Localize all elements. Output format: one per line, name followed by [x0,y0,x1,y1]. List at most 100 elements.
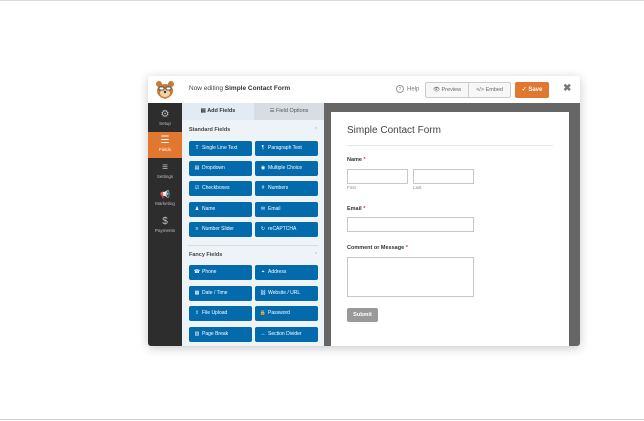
dollar-icon: $ [162,216,168,227]
comment-field-label[interactable]: Comment or Message * [347,245,408,251]
radio-icon: ◉ [260,165,266,171]
builder-header: Now editing Simple Contact Form ? Help 👁 … [148,76,580,104]
chevron-up-icon[interactable]: ⌃ [314,127,318,133]
sidebar-item-settings[interactable]: ≡ Settings [148,159,182,185]
submit-button[interactable]: Submit [347,308,378,322]
form-canvas: Simple Contact Form Name * First Last Em… [331,112,569,346]
code-icon: </> [476,87,486,93]
gear-icon: ⚙ [160,109,170,120]
field-address[interactable]: ⌖ Address [255,265,318,280]
eye-icon: 👁 [433,87,442,93]
sidebar-item-payments[interactable]: $ Payments [148,213,182,239]
field-date-time[interactable]: ▦ Date / Time [189,286,252,301]
form-preview-area: Simple Contact Form Name * First Last Em… [324,103,580,346]
field-label: Checkboxes [202,185,230,191]
first-name-input[interactable] [347,169,408,184]
hash-icon: # [261,185,265,191]
sidebar-item-label: Marketing [155,201,175,206]
fields-panel: ▤ Add Fields ☰ Field Options Standard Fi… [182,103,324,346]
field-label: Date / Time [202,290,228,296]
required-mark: * [363,157,366,163]
bottom-divider [0,419,644,420]
form-name: Simple Contact Form [224,85,291,92]
standard-fields-title[interactable]: Standard Fields [189,127,230,133]
field-label: Website / URL [268,290,301,296]
preview-label: Preview [441,87,462,93]
field-checkboxes[interactable]: ☑ Checkboxes [189,181,252,196]
field-label: Multiple Choice [268,165,303,171]
field-multiple-choice[interactable]: ◉ Multiple Choice [255,161,318,176]
field-single-line-text[interactable]: T Single Line Text [189,141,252,156]
recaptcha-icon: ↻ [260,226,266,232]
sidebar-item-fields[interactable]: ☰ Fields [148,132,182,158]
form-title: Simple Contact Form [347,125,441,136]
email-label-text: Email [347,206,362,212]
tab-label: Add Fields [207,108,236,114]
text-icon: T [195,145,199,151]
field-password[interactable]: 🔒 Password [255,306,318,321]
name-field-label[interactable]: Name * [347,157,366,163]
field-phone[interactable]: ☎ Phone [189,265,252,280]
editing-prefix: Now editing [189,85,223,92]
email-input[interactable] [347,217,474,232]
field-dropdown[interactable]: ▤ Dropdown [189,161,252,176]
field-section-divider[interactable]: ↔ Section Divider [255,327,318,342]
preview-button[interactable]: 👁 Preview [426,83,468,97]
help-link[interactable]: ? Help [396,85,419,93]
sliders-icon: ≡ [162,162,168,173]
field-numbers[interactable]: # Numbers [255,181,318,196]
field-name[interactable]: ♟ Name [189,202,252,217]
tab-field-options[interactable]: ☰ Field Options [254,103,324,120]
embed-button[interactable]: </> Embed [468,83,510,97]
phone-icon: ☎ [193,269,201,275]
email-field-label[interactable]: Email * [347,206,365,212]
field-paragraph-text[interactable]: ¶ Paragraph Text [255,141,318,156]
megaphone-icon: 📢 [160,190,170,199]
comment-textarea[interactable] [347,257,474,297]
name-label-text: Name [347,157,362,163]
sidebar-item-label: Fields [158,147,171,152]
lock-icon: 🔒 [259,310,267,316]
sidebar-item-label: Payments [154,228,175,233]
sidebar-item-setup[interactable]: ⚙ Setup [148,106,182,132]
field-recaptcha[interactable]: ↻ reCAPTCHA [255,222,318,237]
preview-embed-group: 👁 Preview </> Embed [425,82,511,98]
sidebar-item-label: Setup [159,121,171,126]
link-icon: ⛓ [259,290,267,296]
close-icon[interactable]: ✖ [563,84,571,94]
field-label: Paragraph Text [268,145,302,151]
field-email[interactable]: ✉ Email [255,202,318,217]
top-divider [0,0,644,1]
help-icon: ? [396,85,404,93]
sidebar-item-marketing[interactable]: 📢 Marketing [148,186,182,212]
field-label: Password [268,310,290,316]
checkbox-icon: ☑ [194,185,200,191]
field-label: Page Break [202,331,229,337]
field-label: reCAPTCHA [268,226,297,232]
field-label: Number Slider [202,226,234,232]
help-label: Help [407,86,420,93]
paragraph-icon: ¶ [261,145,265,151]
field-number-slider[interactable]: ≡ Number Slider [189,222,252,237]
field-file-upload[interactable]: ⇪ File Upload [189,306,252,321]
tab-label: Field Options [276,108,309,114]
save-button[interactable]: ✓ Save [515,82,549,98]
field-website-url[interactable]: ⛓ Website / URL [255,286,318,301]
last-name-input[interactable] [413,169,474,184]
field-label: Dropdown [202,165,225,171]
field-label: Section Divider [268,331,302,337]
divider-icon: ↔ [260,331,266,337]
field-page-break[interactable]: ▥ Page Break [189,327,252,342]
required-mark: * [363,206,366,212]
calendar-icon: ▦ [194,290,200,296]
field-label: Address [268,269,287,275]
dropdown-icon: ▤ [194,165,200,171]
fancy-fields-title[interactable]: Fancy Fields [189,252,222,258]
envelope-icon: ✉ [260,206,266,212]
tab-add-fields[interactable]: ▤ Add Fields [182,103,254,120]
upload-icon: ⇪ [194,310,200,316]
section-divider [188,245,318,246]
chevron-up-icon[interactable]: ⌃ [314,252,318,258]
sidebar-item-label: Settings [156,174,174,179]
panel-tabs: ▤ Add Fields ☰ Field Options [182,103,324,120]
